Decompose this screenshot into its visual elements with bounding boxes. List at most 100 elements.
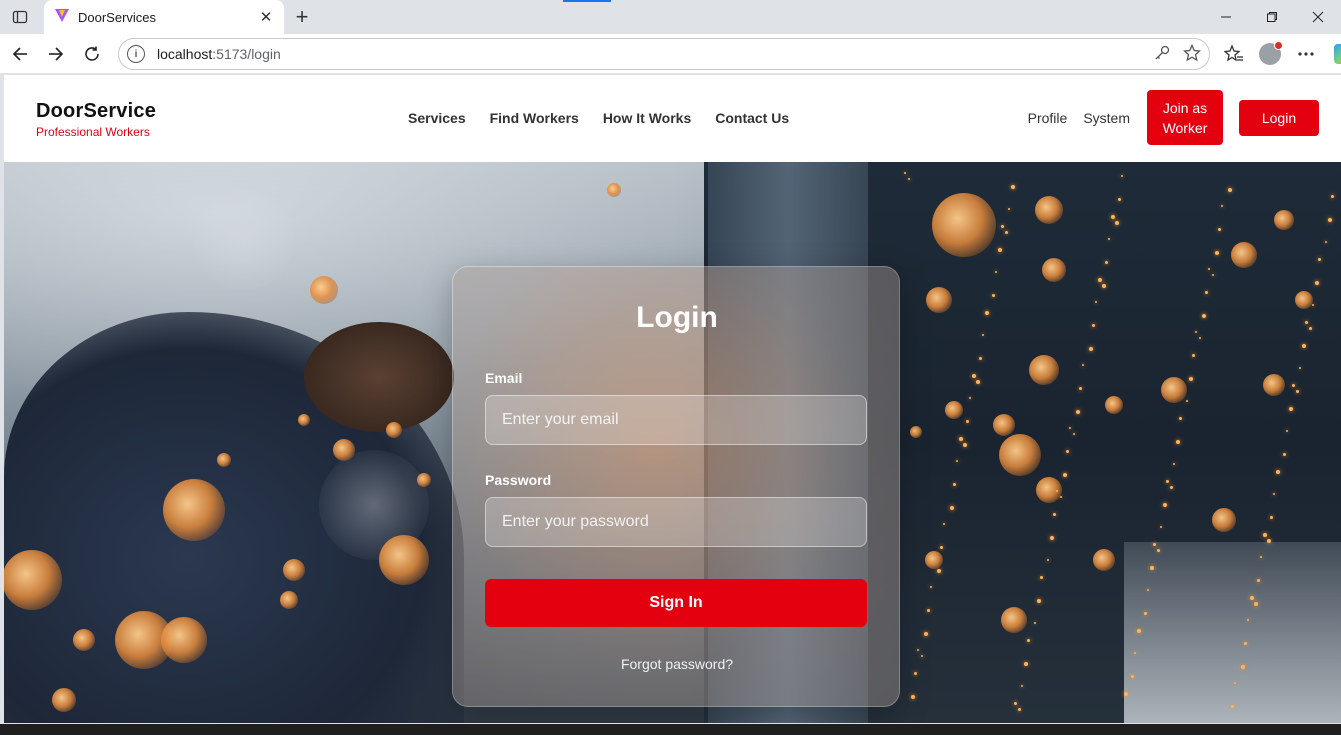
spark-bokeh xyxy=(1263,374,1285,396)
nav-how-it-works[interactable]: How It Works xyxy=(603,110,691,126)
nav-services[interactable]: Services xyxy=(408,110,466,126)
spark-dot xyxy=(1325,241,1327,243)
spark-bokeh xyxy=(1042,258,1066,282)
profile-icon[interactable] xyxy=(1256,40,1284,68)
site-header: DoorService Professional Workers Service… xyxy=(4,75,1341,162)
spark-bokeh xyxy=(910,426,922,438)
spark-dot xyxy=(908,178,910,180)
header-login-button[interactable]: Login xyxy=(1239,99,1319,136)
new-tab-icon[interactable]: + xyxy=(290,4,314,29)
spark-dot xyxy=(1040,576,1043,579)
info-icon[interactable]: i xyxy=(127,45,145,63)
spark-bokeh xyxy=(999,434,1041,476)
spark-dot xyxy=(1299,367,1301,369)
spark-dot xyxy=(1018,708,1021,711)
spark-dot xyxy=(995,271,997,273)
spark-dot xyxy=(943,523,945,525)
spark-dot xyxy=(1134,652,1136,654)
spark-dot xyxy=(1189,377,1193,381)
spark-dot xyxy=(1231,705,1234,708)
close-icon[interactable]: ✕ xyxy=(258,9,274,26)
spark-dot xyxy=(1254,602,1258,606)
sidebar-toggle-icon[interactable] xyxy=(10,7,30,27)
main-nav: Services Find Workers How It Works Conta… xyxy=(408,110,789,126)
spark-bokeh xyxy=(1105,396,1123,414)
spark-dot xyxy=(930,586,932,588)
spark-bokeh xyxy=(1295,291,1313,309)
spark-dot xyxy=(1150,566,1154,570)
spark-dot xyxy=(1218,228,1221,231)
spark-bokeh xyxy=(4,550,62,610)
more-icon[interactable] xyxy=(1292,40,1320,68)
spark-dot xyxy=(1212,274,1214,276)
spark-dot xyxy=(1163,503,1167,507)
email-field[interactable] xyxy=(485,395,867,445)
profile-link[interactable]: Profile xyxy=(1028,110,1068,126)
spark-dot xyxy=(1199,337,1201,339)
spark-dot xyxy=(1089,347,1093,351)
forgot-password-link[interactable]: Forgot password? xyxy=(453,656,899,672)
minimize-icon[interactable] xyxy=(1203,0,1249,34)
spark-dot xyxy=(1079,387,1082,390)
tab-indicator xyxy=(563,0,611,2)
spark-dot xyxy=(1011,185,1015,189)
spark-bokeh xyxy=(1001,607,1027,633)
star-icon[interactable] xyxy=(1182,43,1202,67)
browser-tab[interactable]: DoorServices ✕ xyxy=(44,0,284,34)
spark-dot xyxy=(1115,221,1119,225)
spark-dot xyxy=(1208,268,1210,270)
spark-bokeh xyxy=(1093,549,1115,571)
spark-dot xyxy=(1186,400,1188,402)
spark-bokeh xyxy=(417,473,431,487)
nav-contact-us[interactable]: Contact Us xyxy=(715,110,789,126)
refresh-icon[interactable] xyxy=(78,40,106,68)
password-label: Password xyxy=(485,472,552,488)
spark-dot xyxy=(924,632,928,636)
url-text[interactable]: localhost:5173/login xyxy=(157,46,281,62)
brand[interactable]: DoorService Professional Workers xyxy=(36,100,156,139)
spark-bokeh xyxy=(310,276,338,304)
spark-dot xyxy=(1160,526,1162,528)
favorites-icon[interactable] xyxy=(1220,40,1248,68)
url-path: :5173/login xyxy=(212,46,281,62)
system-link[interactable]: System xyxy=(1083,110,1130,126)
spark-dot xyxy=(1318,258,1321,261)
key-icon[interactable] xyxy=(1153,44,1171,67)
join-as-worker-button[interactable]: Join as Worker xyxy=(1147,90,1223,145)
spark-dot xyxy=(1234,682,1236,684)
forward-icon[interactable] xyxy=(42,40,70,68)
spark-dot xyxy=(1060,496,1062,498)
spark-dot xyxy=(1047,559,1049,561)
spark-dot xyxy=(1166,480,1169,483)
spark-dot xyxy=(1170,486,1173,489)
spark-dot xyxy=(963,443,967,447)
back-icon[interactable] xyxy=(6,40,34,68)
spark-dot xyxy=(921,655,923,657)
maximize-icon[interactable] xyxy=(1249,0,1295,34)
spark-bokeh xyxy=(926,287,952,313)
spark-dot xyxy=(1027,639,1030,642)
spark-bokeh xyxy=(925,551,943,569)
spark-dot xyxy=(1283,453,1286,456)
spark-bokeh xyxy=(1035,196,1063,224)
spark-dot xyxy=(914,672,917,675)
password-field[interactable] xyxy=(485,497,867,547)
spark-dot xyxy=(1244,642,1247,645)
address-bar[interactable]: i localhost:5173/login xyxy=(118,38,1210,70)
spark-dot xyxy=(1257,579,1260,582)
spark-dot xyxy=(1202,314,1206,318)
window-controls xyxy=(1203,0,1341,34)
spark-dot xyxy=(1260,556,1262,558)
nav-find-workers[interactable]: Find Workers xyxy=(490,110,579,126)
spark-bokeh xyxy=(1036,477,1062,503)
spark-dot xyxy=(998,248,1002,252)
spark-bokeh xyxy=(163,479,225,541)
spark-dot xyxy=(1221,205,1223,207)
spark-dot xyxy=(1124,692,1128,696)
sign-in-button[interactable]: Sign In xyxy=(485,579,867,627)
spark-dot xyxy=(1034,622,1036,624)
hero-background: Login Email Password Sign In Forgot pass… xyxy=(4,162,1341,723)
window-close-icon[interactable] xyxy=(1295,0,1341,34)
spark-dot xyxy=(1173,463,1175,465)
copilot-icon[interactable] xyxy=(1328,40,1341,68)
